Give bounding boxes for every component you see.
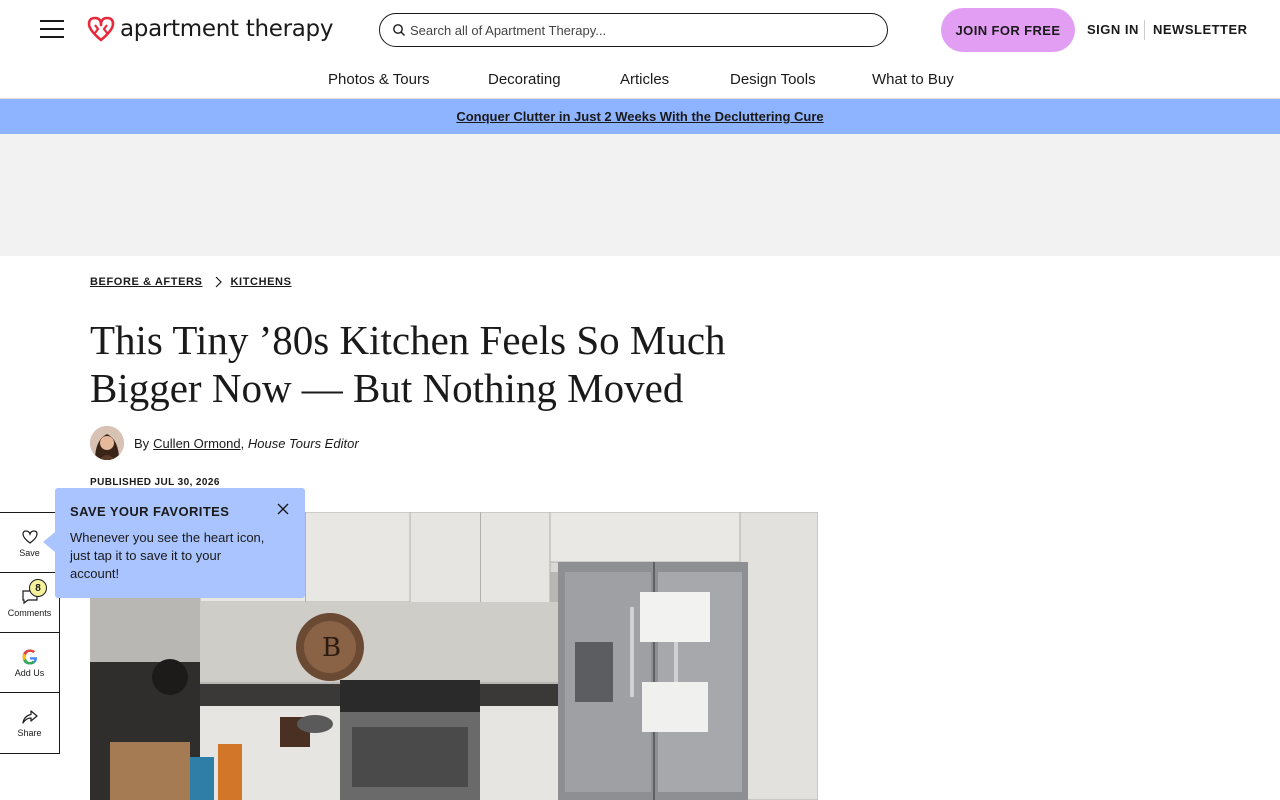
tooltip-title: SAVE YOUR FAVORITES — [70, 504, 230, 519]
breadcrumb: BEFORE & AFTERS KITCHENS — [90, 276, 292, 288]
author-role: House Tours Editor — [247, 435, 359, 451]
heart-icon — [21, 529, 38, 544]
save-favorites-tooltip: SAVE YOUR FAVORITES Whenever you see the… — [43, 488, 305, 598]
nav-item-photos-tours[interactable]: Photos & Tours — [328, 71, 429, 88]
nav-item-articles[interactable]: Articles — [620, 71, 669, 88]
published-date: PUBLISHED JUL 30, 2026 — [90, 477, 220, 488]
site-logo[interactable]: apartment therapy — [86, 16, 333, 42]
promo-link[interactable]: Conquer Clutter in Just 2 Weeks With the… — [456, 109, 823, 124]
byline-prefix: By — [134, 435, 150, 451]
close-icon[interactable] — [277, 503, 289, 515]
breadcrumb-before-afters[interactable]: BEFORE & AFTERS — [90, 276, 203, 288]
add-us-button[interactable]: Add Us — [0, 633, 59, 693]
google-icon — [22, 649, 37, 664]
share-label: Share — [17, 728, 42, 738]
join-for-free-button[interactable]: JOIN FOR FREE — [941, 8, 1075, 52]
breadcrumb-kitchens[interactable]: KITCHENS — [231, 276, 292, 288]
logo-text: apartment therapy — [120, 16, 334, 42]
main-nav: Photos & Tours Decorating Articles Desig… — [0, 60, 1280, 99]
tooltip-body: Whenever you see the heart icon, just ta… — [70, 530, 265, 581]
byline: By Cullen Ormond, House Tours Editor — [90, 426, 359, 460]
article-title: This Tiny ’80s Kitchen Feels So Much Big… — [90, 317, 726, 411]
sign-in-link[interactable]: SIGN IN — [1087, 22, 1139, 37]
nav-item-what-to-buy[interactable]: What to Buy — [872, 71, 954, 88]
nav-item-decorating[interactable]: Decorating — [488, 71, 561, 88]
logo-mark-icon — [87, 16, 115, 42]
byline-comma: , — [240, 435, 248, 451]
menu-icon[interactable] — [40, 20, 64, 40]
header-divider — [1144, 20, 1145, 40]
search-bar[interactable] — [379, 13, 888, 47]
nav-item-design-tools[interactable]: Design Tools — [730, 71, 816, 88]
add-us-label: Add Us — [14, 667, 45, 678]
share-icon — [21, 710, 38, 724]
chevron-right-icon — [215, 276, 222, 288]
newsletter-link[interactable]: NEWSLETTER — [1153, 22, 1248, 37]
search-icon — [393, 24, 405, 36]
comments-count-badge: 8 — [29, 579, 47, 597]
author-link[interactable]: Cullen Ormond — [153, 436, 240, 451]
comments-button[interactable]: 8 Comments — [0, 573, 59, 633]
svg-text:B: B — [322, 633, 341, 663]
comments-label: Comments — [7, 607, 52, 618]
ad-slot — [0, 134, 1280, 256]
avatar-image — [90, 426, 124, 460]
share-button[interactable]: Share — [0, 693, 59, 753]
promo-banner: Conquer Clutter in Just 2 Weeks With the… — [0, 99, 1280, 134]
author-avatar[interactable] — [90, 426, 124, 460]
site-header: apartment therapy JOIN FOR FREE SIGN IN … — [0, 0, 1280, 60]
save-label: Save — [19, 547, 40, 558]
search-input[interactable] — [410, 22, 870, 38]
